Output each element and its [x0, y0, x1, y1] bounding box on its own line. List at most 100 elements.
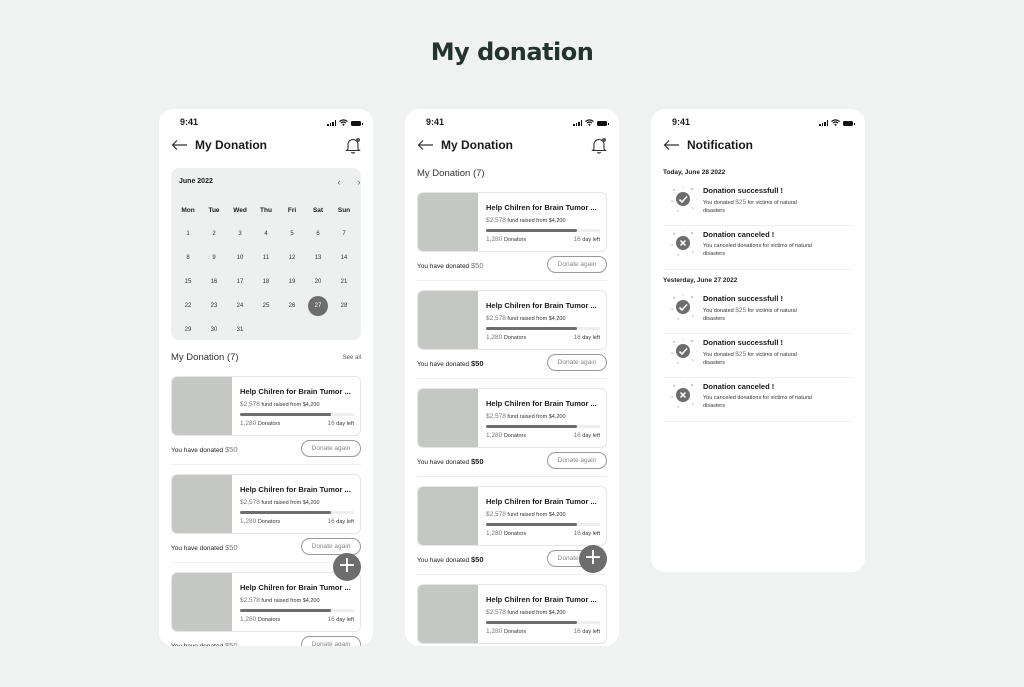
calendar-day[interactable]: 29	[178, 320, 198, 340]
back-arrow-icon[interactable]	[417, 139, 434, 151]
calendar-day[interactable]: 3	[230, 224, 250, 244]
status-bar: 9:41	[651, 117, 865, 129]
calendar-week: 15 16 17 18 19 20 21	[175, 270, 357, 294]
donation-card[interactable]: Help Chilren for Brain Tumor ... $2,578 f…	[417, 388, 607, 448]
donators-label: Donators	[503, 433, 527, 439]
calendar-day	[308, 320, 328, 340]
calendar-day[interactable]: 6	[308, 224, 328, 244]
campaign-title: Help Chilren for Brain Tumor ...	[486, 497, 597, 506]
calendar-day[interactable]: 25	[256, 296, 276, 316]
weekday-label: Sun	[337, 206, 351, 214]
calendar-day[interactable]: 26	[282, 296, 302, 316]
notification-success[interactable]: Donation successfull ! You donated $25 fo…	[663, 289, 853, 334]
days-count: 16	[327, 420, 335, 427]
back-arrow-icon[interactable]	[663, 139, 680, 151]
calendar-day[interactable]: 10	[230, 248, 250, 268]
donation-card[interactable]: Help Chilren for Brain Tumor ... $2,578 f…	[417, 290, 607, 350]
notification-canceled[interactable]: Donation canceled ! You canceled donation…	[663, 377, 853, 422]
calendar-day-selected[interactable]: 27	[308, 296, 328, 316]
section-title: My Donation (7)	[171, 352, 239, 363]
donate-again-button[interactable]: Donate again	[547, 452, 607, 469]
donation-card[interactable]: Help Chilren for Brain Tumor ... $2,578 f…	[417, 192, 607, 252]
add-button[interactable]: +	[333, 553, 361, 581]
calendar-day[interactable]: 12	[282, 248, 302, 268]
notification-description: You donated $25 for victims of natural d…	[703, 307, 797, 322]
calendar-day[interactable]: 30	[204, 320, 224, 340]
donators-count: 1,280	[240, 420, 257, 427]
bell-icon[interactable]	[345, 137, 361, 154]
progress-bar	[486, 327, 600, 330]
donated-label: You have donated	[417, 263, 470, 270]
calendar-day[interactable]: 20	[308, 272, 328, 292]
raised-amount: $2,578	[240, 499, 260, 506]
donated-value: $50	[224, 445, 238, 454]
chevron-left-icon[interactable]: ‹	[334, 177, 344, 187]
calendar-day[interactable]: 28	[334, 296, 354, 316]
progress-fill	[240, 413, 332, 416]
progress-bar	[240, 413, 354, 416]
days-label: day left	[582, 531, 600, 537]
notification-canceled[interactable]: Donation canceled ! You canceled donation…	[663, 225, 853, 270]
donation-card[interactable]: Help Chilren for Brain Tumor ... $2,578 f…	[171, 376, 361, 436]
calendar-day[interactable]: 9	[204, 248, 224, 268]
progress-fill	[486, 229, 578, 232]
calendar-day[interactable]: 13	[308, 248, 328, 268]
calendar-day[interactable]: 31	[230, 320, 250, 340]
progress-fill	[240, 609, 332, 612]
calendar-day[interactable]: 21	[334, 272, 354, 292]
notification-success[interactable]: Donation successfull ! You donated $25 fo…	[663, 181, 853, 226]
calendar-day[interactable]: 14	[334, 248, 354, 268]
campaign-image	[418, 389, 478, 447]
calendar-day[interactable]: 4	[256, 224, 276, 244]
header-title: My Donation	[195, 138, 267, 152]
calendar-day[interactable]: 15	[178, 272, 198, 292]
notification-description: You donated $25 for victims of natural d…	[703, 199, 797, 214]
progress-fill	[486, 621, 578, 624]
calendar-day[interactable]: 19	[282, 272, 302, 292]
wifi-icon	[831, 119, 840, 126]
donation-card[interactable]: Help Chilren for Brain Tumor ... $2,578 f…	[171, 474, 361, 534]
weekday-label: Tue	[208, 206, 220, 214]
add-button[interactable]: +	[579, 545, 607, 573]
calendar-week: 1234567	[175, 222, 357, 246]
battery-icon	[351, 121, 363, 126]
wifi-icon	[339, 119, 348, 126]
calendar-day[interactable]: 5	[282, 224, 302, 244]
back-arrow-icon[interactable]	[171, 139, 188, 151]
donate-again-button[interactable]: Donate again	[547, 354, 607, 371]
donate-again-button[interactable]: Donate again	[301, 636, 361, 646]
donated-label: You have donated	[417, 557, 470, 564]
calendar-day[interactable]: 17	[230, 272, 250, 292]
calendar-day[interactable]: 7	[334, 224, 354, 244]
donate-again-button[interactable]: Donate again	[301, 440, 361, 457]
calendar-day[interactable]: 8	[178, 248, 198, 268]
calendar-day[interactable]: 18	[256, 272, 276, 292]
calendar-day[interactable]: 23	[204, 296, 224, 316]
check-circle-icon	[671, 294, 694, 320]
calendar-day[interactable]: 22	[178, 296, 198, 316]
calendar-day[interactable]: 2	[204, 224, 224, 244]
chevron-right-icon[interactable]: ›	[354, 177, 364, 187]
progress-fill	[486, 425, 578, 428]
calendar-day[interactable]: 11	[256, 248, 276, 268]
donation-card[interactable]: Help Chilren for Brain Tumor ... $2,578 f…	[417, 584, 607, 644]
donation-card[interactable]: Help Chilren for Brain Tumor ... $2,578 f…	[417, 486, 607, 546]
campaign-title: Help Chilren for Brain Tumor ...	[486, 399, 597, 408]
notification-title: Donation successfull !	[703, 186, 784, 195]
calendar-day[interactable]: 24	[230, 296, 250, 316]
days-label: day left	[582, 335, 600, 341]
campaign-title: Help Chilren for Brain Tumor ...	[486, 301, 597, 310]
donated-label: You have donated	[417, 459, 470, 466]
see-all-link[interactable]: See all	[343, 355, 361, 361]
days-label: day left	[336, 617, 354, 623]
bell-icon[interactable]	[591, 137, 607, 154]
calendar-day[interactable]: 16	[204, 272, 224, 292]
calendar-day[interactable]: 1	[178, 224, 198, 244]
section-title: My Donation (7)	[417, 168, 485, 179]
donate-again-button[interactable]: Donate again	[547, 256, 607, 273]
donation-card[interactable]: Help Chilren for Brain Tumor ... $2,578 f…	[171, 572, 361, 632]
donators-label: Donators	[503, 531, 527, 537]
progress-bar	[486, 425, 600, 428]
check-circle-icon	[671, 186, 694, 212]
notification-success[interactable]: Donation successfull ! You donated $25 fo…	[663, 333, 853, 378]
